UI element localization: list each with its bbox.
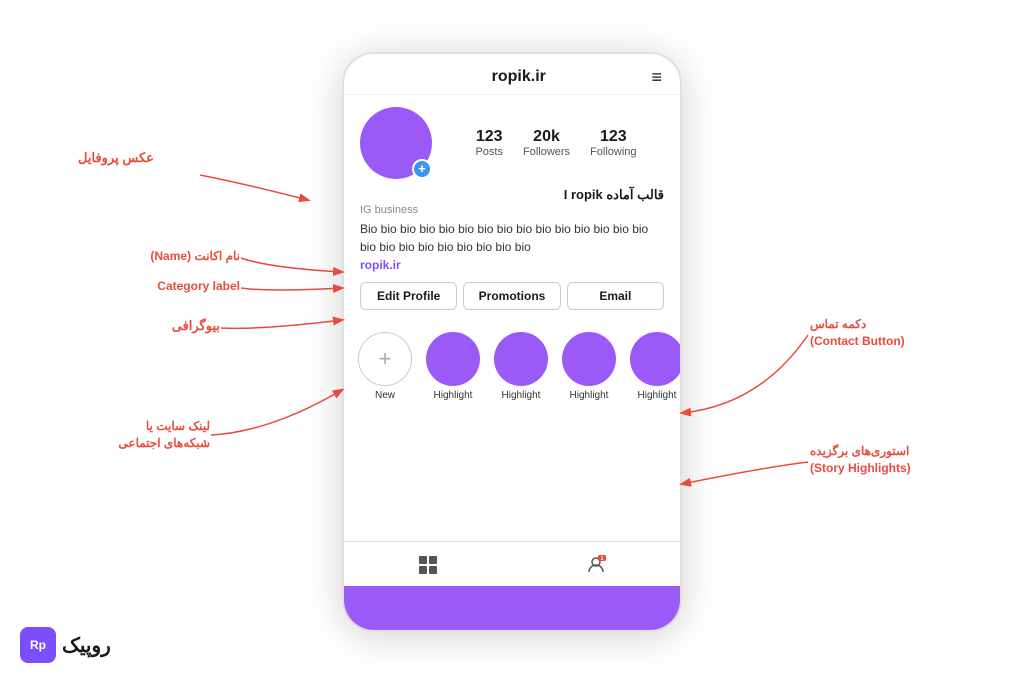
svg-text:عکس پروفایل: عکس پروفایل (78, 150, 154, 166)
username-title: ropik.ir (492, 68, 546, 86)
tab-tagged[interactable]: 1 (512, 542, 680, 586)
followers-count: 20k (533, 128, 560, 146)
highlight-circle-4[interactable] (630, 332, 680, 386)
email-button[interactable]: Email (567, 282, 664, 310)
profile-section: + 123 Posts 20k Followers 123 Following (344, 95, 680, 318)
highlight-new-circle[interactable]: + (358, 332, 412, 386)
svg-text:(Story Highlights): (Story Highlights) (810, 461, 911, 475)
highlight-new-item[interactable]: + New (358, 332, 412, 401)
tab-grid[interactable] (344, 542, 512, 586)
stats-row: 123 Posts 20k Followers 123 Following (448, 128, 664, 158)
stat-posts: 123 Posts (475, 128, 503, 158)
bio-text: Bio bio bio bio bio bio bio bio bio bio … (360, 220, 664, 256)
svg-text:بیوگرافی: بیوگرافی (172, 317, 220, 334)
tab-bar: 1 (344, 541, 680, 586)
following-count: 123 (600, 128, 627, 146)
watermark-name: روپیک (62, 633, 111, 658)
posts-label: Posts (475, 146, 503, 158)
bio-section: قالب آماده I ropik IG business Bio bio b… (360, 187, 664, 272)
svg-text:Category label: Category label (157, 279, 240, 293)
highlight-label-4: Highlight (638, 390, 677, 401)
highlight-item-3[interactable]: Highlight (562, 332, 616, 401)
highlight-new-label: New (375, 390, 395, 401)
profile-link[interactable]: ropik.ir (360, 258, 664, 272)
stat-following: 123 Following (590, 128, 636, 158)
highlight-item-4[interactable]: Highlight (630, 332, 680, 401)
category-label: IG business (360, 204, 664, 216)
svg-text:1: 1 (601, 556, 604, 562)
edit-profile-button[interactable]: Edit Profile (360, 282, 457, 310)
promotions-button[interactable]: Promotions (463, 282, 560, 310)
person-tag-icon: 1 (585, 554, 607, 576)
highlight-circle-1[interactable] (426, 332, 480, 386)
svg-text:لینک سایت یا: لینک سایت یا (146, 419, 210, 433)
grid-icon (417, 554, 439, 576)
svg-text:دکمه تماس: دکمه تماس (810, 317, 866, 332)
highlight-circle-3[interactable] (562, 332, 616, 386)
account-name: قالب آماده I ropik (360, 187, 664, 203)
stat-followers: 20k Followers (523, 128, 570, 158)
hamburger-icon[interactable]: ≡ (651, 68, 662, 86)
followers-label: Followers (523, 146, 570, 158)
highlight-label-2: Highlight (502, 390, 541, 401)
highlight-label-1: Highlight (434, 390, 473, 401)
phone-header: ropik.ir ≡ (344, 54, 680, 95)
highlight-item-2[interactable]: Highlight (494, 332, 548, 401)
following-label: Following (590, 146, 636, 158)
bottom-bar (344, 586, 680, 630)
highlight-label-3: Highlight (570, 390, 609, 401)
svg-text:شبکه‌های اجتماعی: شبکه‌های اجتماعی (118, 436, 210, 450)
highlight-item-1[interactable]: Highlight (426, 332, 480, 401)
plus-icon: + (379, 348, 392, 370)
highlight-circle-2[interactable] (494, 332, 548, 386)
phone-mockup: ropik.ir ≡ + 123 Posts 20k (342, 52, 682, 632)
svg-text:(Contact Button): (Contact Button) (810, 334, 905, 348)
avatar-wrapper: + (360, 107, 432, 179)
posts-count: 123 (476, 128, 503, 146)
profile-top: + 123 Posts 20k Followers 123 Following (360, 107, 664, 179)
watermark: Rp روپیک (20, 627, 111, 663)
highlights-row: + New Highlight Highlight Highlight (344, 318, 680, 411)
svg-text:(Name) نام اکانت: (Name) نام اکانت (150, 249, 240, 264)
page-wrapper: ropik.ir ≡ + 123 Posts 20k (0, 0, 1024, 683)
watermark-badge: Rp (20, 627, 56, 663)
svg-text:استوری‌های برگزیده: استوری‌های برگزیده (810, 443, 909, 459)
action-buttons: Edit Profile Promotions Email (360, 282, 664, 310)
avatar-add-button[interactable]: + (412, 159, 432, 179)
